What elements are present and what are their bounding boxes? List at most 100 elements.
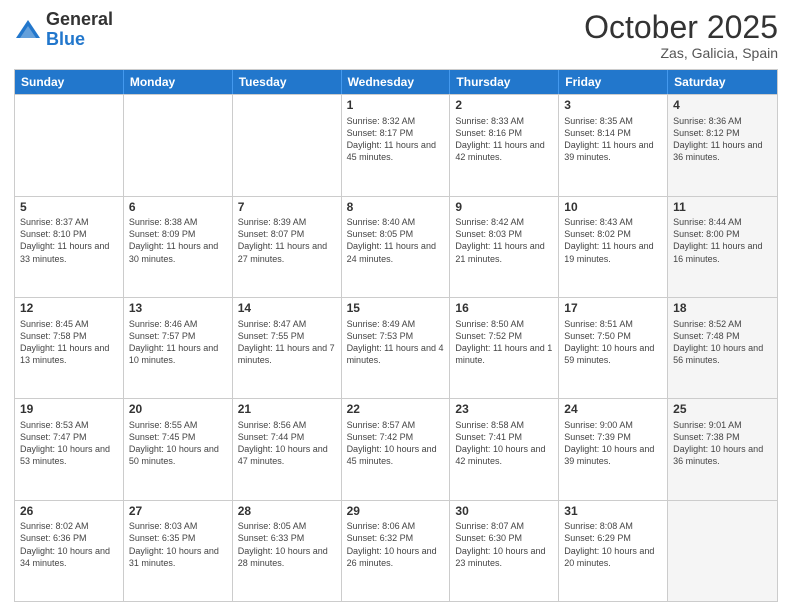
day-info: Sunrise: 8:08 AM Sunset: 6:29 PM Dayligh…: [564, 520, 662, 569]
calendar-cell: 28Sunrise: 8:05 AM Sunset: 6:33 PM Dayli…: [233, 501, 342, 601]
calendar-row-0: 1Sunrise: 8:32 AM Sunset: 8:17 PM Daylig…: [15, 94, 777, 195]
calendar-cell: 17Sunrise: 8:51 AM Sunset: 7:50 PM Dayli…: [559, 298, 668, 398]
day-of-week-monday: Monday: [124, 70, 233, 94]
day-of-week-wednesday: Wednesday: [342, 70, 451, 94]
day-number: 2: [455, 98, 553, 114]
calendar-cell: [124, 95, 233, 195]
calendar-row-4: 26Sunrise: 8:02 AM Sunset: 6:36 PM Dayli…: [15, 500, 777, 601]
calendar-cell: 18Sunrise: 8:52 AM Sunset: 7:48 PM Dayli…: [668, 298, 777, 398]
day-info: Sunrise: 8:46 AM Sunset: 7:57 PM Dayligh…: [129, 318, 227, 367]
day-of-week-tuesday: Tuesday: [233, 70, 342, 94]
day-info: Sunrise: 8:39 AM Sunset: 8:07 PM Dayligh…: [238, 216, 336, 265]
calendar-cell: 13Sunrise: 8:46 AM Sunset: 7:57 PM Dayli…: [124, 298, 233, 398]
day-number: 8: [347, 200, 445, 216]
calendar-cell: 20Sunrise: 8:55 AM Sunset: 7:45 PM Dayli…: [124, 399, 233, 499]
day-info: Sunrise: 8:40 AM Sunset: 8:05 PM Dayligh…: [347, 216, 445, 265]
day-info: Sunrise: 8:50 AM Sunset: 7:52 PM Dayligh…: [455, 318, 553, 367]
logo-text: General Blue: [46, 10, 113, 50]
calendar-cell: 6Sunrise: 8:38 AM Sunset: 8:09 PM Daylig…: [124, 197, 233, 297]
calendar-cell: 4Sunrise: 8:36 AM Sunset: 8:12 PM Daylig…: [668, 95, 777, 195]
day-number: 5: [20, 200, 118, 216]
day-info: Sunrise: 8:35 AM Sunset: 8:14 PM Dayligh…: [564, 115, 662, 164]
calendar-cell: 1Sunrise: 8:32 AM Sunset: 8:17 PM Daylig…: [342, 95, 451, 195]
day-of-week-sunday: Sunday: [15, 70, 124, 94]
calendar-header: SundayMondayTuesdayWednesdayThursdayFrid…: [15, 70, 777, 94]
calendar-cell: 8Sunrise: 8:40 AM Sunset: 8:05 PM Daylig…: [342, 197, 451, 297]
calendar-cell: 21Sunrise: 8:56 AM Sunset: 7:44 PM Dayli…: [233, 399, 342, 499]
calendar-cell: [233, 95, 342, 195]
calendar-cell: 24Sunrise: 9:00 AM Sunset: 7:39 PM Dayli…: [559, 399, 668, 499]
day-number: 27: [129, 504, 227, 520]
calendar-cell: 5Sunrise: 8:37 AM Sunset: 8:10 PM Daylig…: [15, 197, 124, 297]
header: General Blue October 2025 Zas, Galicia, …: [14, 10, 778, 61]
calendar-row-2: 12Sunrise: 8:45 AM Sunset: 7:58 PM Dayli…: [15, 297, 777, 398]
day-info: Sunrise: 8:36 AM Sunset: 8:12 PM Dayligh…: [673, 115, 772, 164]
day-number: 26: [20, 504, 118, 520]
day-info: Sunrise: 8:45 AM Sunset: 7:58 PM Dayligh…: [20, 318, 118, 367]
calendar-row-3: 19Sunrise: 8:53 AM Sunset: 7:47 PM Dayli…: [15, 398, 777, 499]
calendar-cell: 29Sunrise: 8:06 AM Sunset: 6:32 PM Dayli…: [342, 501, 451, 601]
day-number: 31: [564, 504, 662, 520]
day-info: Sunrise: 8:42 AM Sunset: 8:03 PM Dayligh…: [455, 216, 553, 265]
day-of-week-thursday: Thursday: [450, 70, 559, 94]
calendar-cell: 15Sunrise: 8:49 AM Sunset: 7:53 PM Dayli…: [342, 298, 451, 398]
calendar-location: Zas, Galicia, Spain: [584, 45, 778, 61]
day-of-week-saturday: Saturday: [668, 70, 777, 94]
day-number: 16: [455, 301, 553, 317]
calendar-cell: 14Sunrise: 8:47 AM Sunset: 7:55 PM Dayli…: [233, 298, 342, 398]
day-info: Sunrise: 8:03 AM Sunset: 6:35 PM Dayligh…: [129, 520, 227, 569]
day-info: Sunrise: 8:06 AM Sunset: 6:32 PM Dayligh…: [347, 520, 445, 569]
day-info: Sunrise: 8:49 AM Sunset: 7:53 PM Dayligh…: [347, 318, 445, 367]
day-info: Sunrise: 8:33 AM Sunset: 8:16 PM Dayligh…: [455, 115, 553, 164]
day-number: 13: [129, 301, 227, 317]
day-info: Sunrise: 8:38 AM Sunset: 8:09 PM Dayligh…: [129, 216, 227, 265]
day-number: 24: [564, 402, 662, 418]
calendar-cell: [668, 501, 777, 601]
logo: General Blue: [14, 10, 113, 50]
calendar: SundayMondayTuesdayWednesdayThursdayFrid…: [14, 69, 778, 602]
day-number: 10: [564, 200, 662, 216]
day-number: 20: [129, 402, 227, 418]
calendar-cell: 31Sunrise: 8:08 AM Sunset: 6:29 PM Dayli…: [559, 501, 668, 601]
day-info: Sunrise: 8:07 AM Sunset: 6:30 PM Dayligh…: [455, 520, 553, 569]
day-info: Sunrise: 8:47 AM Sunset: 7:55 PM Dayligh…: [238, 318, 336, 367]
calendar-cell: 23Sunrise: 8:58 AM Sunset: 7:41 PM Dayli…: [450, 399, 559, 499]
calendar-cell: 3Sunrise: 8:35 AM Sunset: 8:14 PM Daylig…: [559, 95, 668, 195]
calendar-cell: 11Sunrise: 8:44 AM Sunset: 8:00 PM Dayli…: [668, 197, 777, 297]
day-info: Sunrise: 8:56 AM Sunset: 7:44 PM Dayligh…: [238, 419, 336, 468]
day-number: 30: [455, 504, 553, 520]
calendar-cell: 19Sunrise: 8:53 AM Sunset: 7:47 PM Dayli…: [15, 399, 124, 499]
calendar-cell: 16Sunrise: 8:50 AM Sunset: 7:52 PM Dayli…: [450, 298, 559, 398]
day-info: Sunrise: 8:58 AM Sunset: 7:41 PM Dayligh…: [455, 419, 553, 468]
day-number: 19: [20, 402, 118, 418]
day-number: 17: [564, 301, 662, 317]
logo-blue-text: Blue: [46, 30, 113, 50]
day-number: 15: [347, 301, 445, 317]
day-number: 11: [673, 200, 772, 216]
day-number: 7: [238, 200, 336, 216]
day-number: 9: [455, 200, 553, 216]
day-info: Sunrise: 8:32 AM Sunset: 8:17 PM Dayligh…: [347, 115, 445, 164]
day-info: Sunrise: 8:52 AM Sunset: 7:48 PM Dayligh…: [673, 318, 772, 367]
calendar-cell: 7Sunrise: 8:39 AM Sunset: 8:07 PM Daylig…: [233, 197, 342, 297]
day-info: Sunrise: 8:55 AM Sunset: 7:45 PM Dayligh…: [129, 419, 227, 468]
page: General Blue October 2025 Zas, Galicia, …: [0, 0, 792, 612]
day-number: 3: [564, 98, 662, 114]
day-number: 29: [347, 504, 445, 520]
day-info: Sunrise: 8:37 AM Sunset: 8:10 PM Dayligh…: [20, 216, 118, 265]
day-info: Sunrise: 8:44 AM Sunset: 8:00 PM Dayligh…: [673, 216, 772, 265]
calendar-cell: 2Sunrise: 8:33 AM Sunset: 8:16 PM Daylig…: [450, 95, 559, 195]
day-number: 25: [673, 402, 772, 418]
calendar-cell: 22Sunrise: 8:57 AM Sunset: 7:42 PM Dayli…: [342, 399, 451, 499]
day-of-week-friday: Friday: [559, 70, 668, 94]
day-number: 4: [673, 98, 772, 114]
day-number: 18: [673, 301, 772, 317]
day-info: Sunrise: 8:02 AM Sunset: 6:36 PM Dayligh…: [20, 520, 118, 569]
day-number: 28: [238, 504, 336, 520]
day-info: Sunrise: 8:05 AM Sunset: 6:33 PM Dayligh…: [238, 520, 336, 569]
day-info: Sunrise: 8:57 AM Sunset: 7:42 PM Dayligh…: [347, 419, 445, 468]
day-number: 6: [129, 200, 227, 216]
calendar-cell: 25Sunrise: 9:01 AM Sunset: 7:38 PM Dayli…: [668, 399, 777, 499]
calendar-cell: 9Sunrise: 8:42 AM Sunset: 8:03 PM Daylig…: [450, 197, 559, 297]
day-number: 22: [347, 402, 445, 418]
